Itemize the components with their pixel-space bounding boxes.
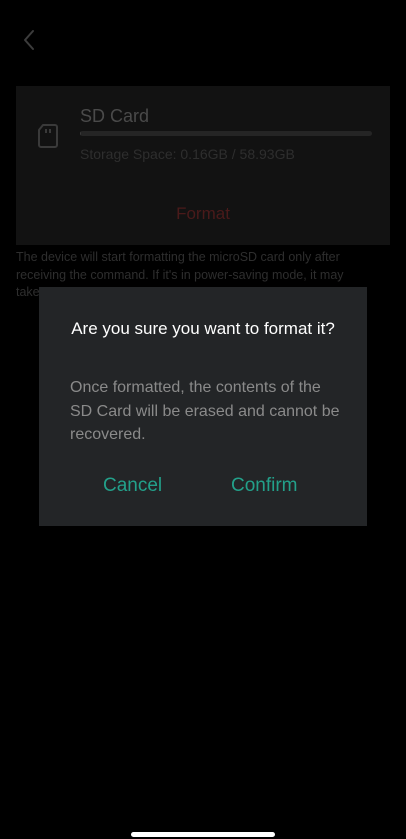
home-indicator[interactable]	[131, 832, 275, 837]
confirm-button[interactable]: Confirm	[231, 475, 298, 497]
cancel-button[interactable]: Cancel	[103, 475, 162, 497]
format-confirm-dialog: Are you sure you want to format it? Once…	[39, 287, 367, 526]
dialog-title: Are you sure you want to format it?	[71, 319, 335, 338]
dialog-message: Once formatted, the contents of the SD C…	[70, 379, 340, 443]
